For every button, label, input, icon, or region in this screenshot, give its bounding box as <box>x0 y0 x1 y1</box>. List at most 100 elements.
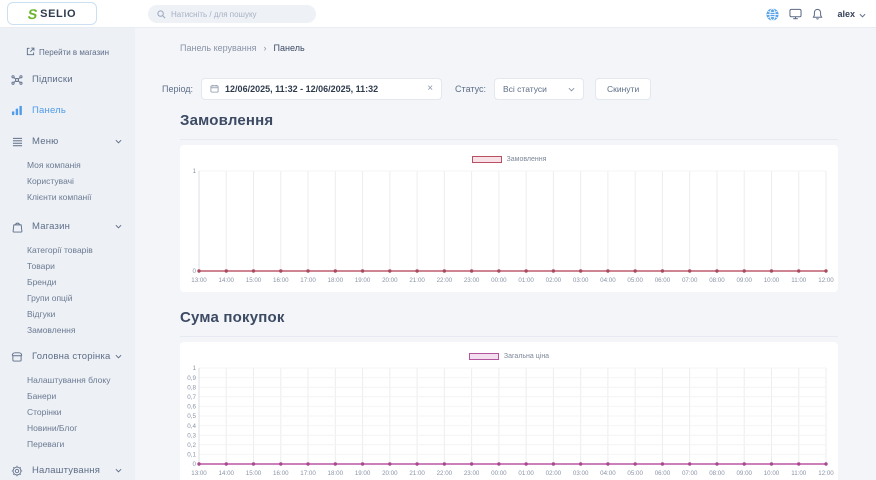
sidebar-subitem-company-clients[interactable]: Клієнти компанії <box>0 189 135 205</box>
orders-section-title: Замовлення <box>180 112 838 140</box>
subitem-label: Налаштування блоку <box>27 375 110 385</box>
clear-period-icon[interactable]: × <box>427 84 433 94</box>
svg-text:04:00: 04:00 <box>600 277 616 284</box>
sidebar-subitem-pages[interactable]: Сторінки <box>0 404 135 420</box>
svg-text:13:00: 13:00 <box>191 470 207 477</box>
purchase-sum-chart: 00,10,20,30,40,50,60,70,80,9113:0014:001… <box>182 364 836 480</box>
filter-bar: Період: 12/06/2025, 11:32 - 12/06/2025, … <box>162 78 651 100</box>
gear-icon <box>10 465 24 477</box>
sidebar-subitem-reviews[interactable]: Відгуки <box>0 306 135 322</box>
sidebar-subitem-block-settings[interactable]: Налаштування блоку <box>0 372 135 388</box>
svg-text:19:00: 19:00 <box>355 277 371 284</box>
status-select[interactable]: Всі статуси <box>494 78 584 100</box>
sidebar-item-label: Магазин <box>32 221 70 232</box>
sidebar-item-menu[interactable]: Меню <box>0 126 135 157</box>
svg-text:08:00: 08:00 <box>709 470 725 477</box>
user-menu[interactable]: alex <box>837 5 866 23</box>
svg-text:20:00: 20:00 <box>382 470 398 477</box>
svg-text:15:00: 15:00 <box>246 470 262 477</box>
chevron-down-icon <box>568 87 575 92</box>
subitem-label: Користувачі <box>27 176 74 186</box>
chevron-down-icon <box>115 354 122 359</box>
user-name: alex <box>837 9 855 19</box>
sidebar-subitem-users[interactable]: Користувачі <box>0 173 135 189</box>
sidebar-subitem-products[interactable]: Товари <box>0 258 135 274</box>
external-link-icon <box>26 47 35 58</box>
svg-text:02:00: 02:00 <box>546 277 562 284</box>
sidebar-item-store[interactable]: Магазин <box>0 211 135 242</box>
search-input[interactable] <box>171 10 307 19</box>
orders-chart: 0113:0014:0015:0016:0017:0018:0019:0020:… <box>182 167 836 290</box>
svg-text:14:00: 14:00 <box>219 470 235 477</box>
go-to-store-label: Перейти в магазин <box>39 48 109 57</box>
breadcrumb-root[interactable]: Панель керування <box>180 43 257 53</box>
topbar-actions: alex <box>766 0 866 28</box>
svg-text:23:00: 23:00 <box>464 277 480 284</box>
svg-text:10:00: 10:00 <box>764 277 780 284</box>
legend-label: Загальна ціна <box>504 353 549 360</box>
svg-text:19:00: 19:00 <box>355 470 371 477</box>
sidebar-item-label: Меню <box>32 136 58 147</box>
sidebar-item-settings[interactable]: Налаштування <box>0 455 135 480</box>
sidebar-subitem-news-blog[interactable]: Новини/Блог <box>0 420 135 436</box>
globe-icon[interactable] <box>766 8 779 21</box>
chart-legend: Замовлення <box>180 154 838 164</box>
selio-logo-icon: S <box>27 7 39 21</box>
svg-text:06:00: 06:00 <box>655 470 671 477</box>
legend-swatch <box>472 156 502 163</box>
svg-text:0,4: 0,4 <box>187 423 196 430</box>
svg-text:05:00: 05:00 <box>627 277 643 284</box>
subitem-label: Клієнти компанії <box>27 192 92 202</box>
svg-text:0,7: 0,7 <box>187 394 196 401</box>
sidebar-item-homepage[interactable]: Головна сторінка <box>0 341 135 372</box>
sidebar-go-to-store[interactable]: Перейти в магазин <box>0 40 135 64</box>
sidebar-item-subscriptions[interactable]: Підписки <box>0 64 135 95</box>
subitem-label: Категорії товарів <box>27 245 93 255</box>
bell-icon[interactable] <box>812 8 823 20</box>
logo[interactable]: S SELIO <box>7 2 97 25</box>
monitor-icon[interactable] <box>789 8 802 20</box>
chart-legend: Загальна ціна <box>180 351 838 361</box>
sidebar-item-dashboard[interactable]: Панель <box>0 95 135 126</box>
svg-text:0: 0 <box>192 461 196 468</box>
chevron-down-icon <box>859 5 866 23</box>
sidebar-subitem-benefits[interactable]: Переваги <box>0 436 135 452</box>
sidebar-subitem-product-categories[interactable]: Категорії товарів <box>0 242 135 258</box>
sidebar-subitem-brands[interactable]: Бренди <box>0 274 135 290</box>
orders-chart-card: Замовлення 0113:0014:0015:0016:0017:0018… <box>180 145 838 292</box>
svg-text:12:00: 12:00 <box>818 470 834 477</box>
svg-text:00:00: 00:00 <box>491 470 507 477</box>
main-content: Панель керування › Панель Період: 12/06/… <box>135 28 876 480</box>
breadcrumb-current: Панель <box>274 43 305 53</box>
sidebar: Перейти в магазин Підписки Панель Меню М… <box>0 28 135 480</box>
svg-text:12:00: 12:00 <box>818 277 834 284</box>
svg-text:22:00: 22:00 <box>437 277 453 284</box>
sidebar-subitem-option-groups[interactable]: Групи опцій <box>0 290 135 306</box>
svg-text:13:00: 13:00 <box>191 277 207 284</box>
search-box[interactable] <box>148 5 316 23</box>
svg-text:0,6: 0,6 <box>187 404 196 411</box>
reset-button[interactable]: Скинути <box>595 78 651 100</box>
svg-text:1: 1 <box>192 365 196 372</box>
sidebar-item-label: Панель <box>32 105 66 116</box>
svg-text:04:00: 04:00 <box>600 470 616 477</box>
svg-text:0,1: 0,1 <box>187 452 196 459</box>
subitem-label: Замовлення <box>27 325 75 335</box>
subitem-label: Товари <box>27 261 55 271</box>
logo-text: SELIO <box>40 8 76 20</box>
legend-swatch <box>469 353 499 360</box>
svg-text:0,2: 0,2 <box>187 442 196 449</box>
subitem-label: Банери <box>27 391 56 401</box>
sidebar-subitem-my-company[interactable]: Моя компанія <box>0 157 135 173</box>
svg-text:17:00: 17:00 <box>300 470 316 477</box>
status-label: Статус: <box>455 84 486 94</box>
sidebar-subitem-orders[interactable]: Замовлення <box>0 322 135 338</box>
chevron-down-icon <box>115 224 122 229</box>
purchase-sum-section-title: Сума покупок <box>180 309 838 337</box>
period-range-input[interactable]: 12/06/2025, 11:32 - 12/06/2025, 11:32 × <box>201 78 442 100</box>
sidebar-subitem-banners[interactable]: Банери <box>0 388 135 404</box>
archive-box-icon <box>10 351 24 362</box>
svg-text:22:00: 22:00 <box>437 470 453 477</box>
svg-text:20:00: 20:00 <box>382 277 398 284</box>
svg-text:02:00: 02:00 <box>546 470 562 477</box>
